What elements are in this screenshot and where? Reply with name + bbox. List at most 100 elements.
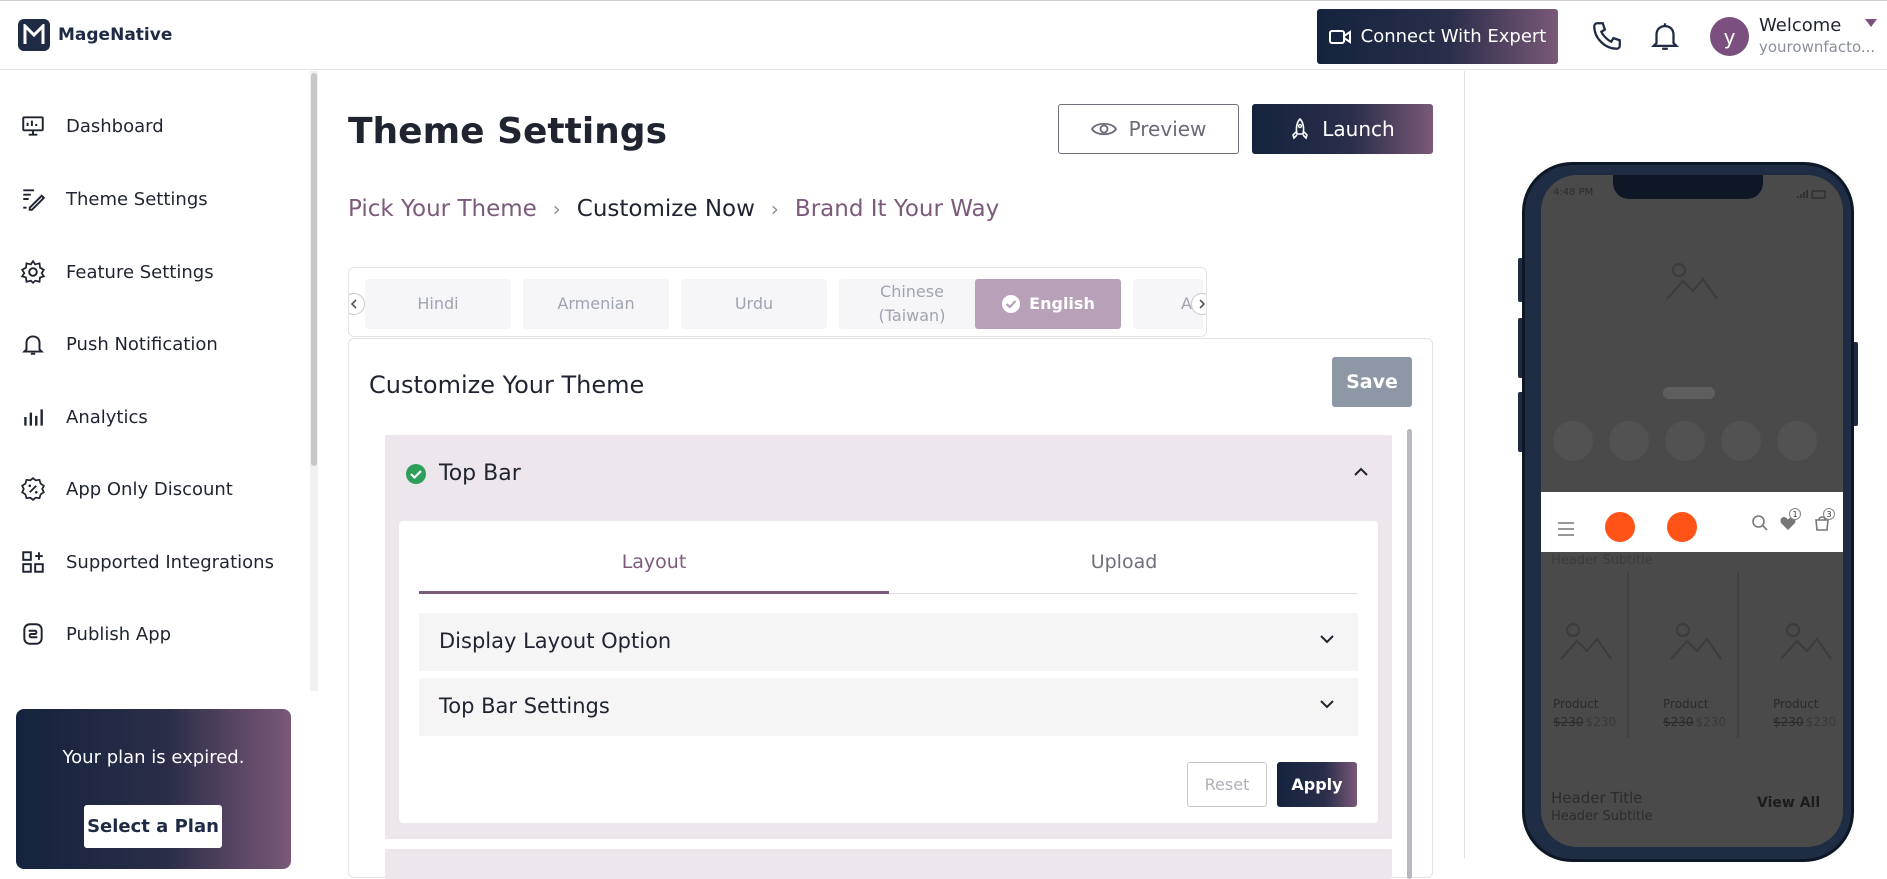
main-content: Theme Settings Preview Launch Pick Your …: [318, 71, 1464, 879]
language-chip-chinese-taiwan[interactable]: Chinese (Taiwan): [839, 279, 985, 329]
user-name: yourownfacto...: [1759, 38, 1876, 56]
panel-scrollbar[interactable]: [1407, 429, 1412, 879]
sidebar-item-app-only-discount[interactable]: App Only Discount: [18, 469, 233, 509]
sidebar-item-label: Analytics: [66, 406, 148, 428]
product-card: Product $230 $230: [1653, 573, 1739, 738]
brand-name: MageNative: [58, 25, 173, 45]
status-time: 4:48 PM: [1553, 187, 1594, 198]
view-all-link[interactable]: View All: [1757, 795, 1820, 811]
image-placeholder-icon: [1780, 623, 1832, 660]
chevron-right-icon: [1199, 299, 1206, 309]
display-layout-option-accordion[interactable]: Display Layout Option: [419, 613, 1358, 671]
sidebar-item-supported-integrations[interactable]: Supported Integrations: [18, 542, 274, 582]
tab-layout[interactable]: Layout: [419, 551, 889, 573]
breadcrumb-pick-theme[interactable]: Pick Your Theme: [348, 196, 537, 222]
launch-label: Launch: [1322, 117, 1395, 141]
product-new-price: $230: [1805, 715, 1837, 729]
chevron-down-icon: [1320, 635, 1334, 644]
eye-icon: [1090, 122, 1117, 136]
top-bar-settings-accordion[interactable]: Top Bar Settings: [419, 678, 1358, 736]
breadcrumb: Pick Your Theme › Customize Now › Brand …: [348, 196, 999, 222]
product-price: $230 $230: [1553, 715, 1616, 729]
check-badge-icon: [1002, 295, 1021, 313]
slider-dots: [1663, 387, 1715, 399]
product-old-price: $230: [1773, 715, 1804, 729]
caret-down-icon[interactable]: [1863, 17, 1879, 29]
sidebar-item-label: Push Notification: [66, 333, 218, 355]
header-subtitle-secondary: Header Subtitle: [1551, 809, 1653, 824]
rocket-icon: [1292, 118, 1309, 140]
dashboard-icon: [18, 111, 48, 141]
sidebar-item-label: Publish App: [66, 623, 172, 645]
top-bar-settings-label: Top Bar Settings: [439, 694, 610, 718]
sidebar-item-label: Supported Integrations: [66, 551, 274, 573]
sidebar-item-analytics[interactable]: Analytics: [18, 397, 148, 437]
product-card: Product $230 $230: [1763, 573, 1843, 738]
wishlist-badge: 1: [1789, 508, 1801, 520]
hamburger-menu-icon: [1558, 522, 1574, 536]
language-chip-english[interactable]: English: [975, 279, 1121, 329]
sidebar-item-label: Theme Settings: [66, 188, 208, 210]
brand-dot: [1605, 512, 1635, 542]
avatar[interactable]: y: [1710, 17, 1749, 56]
customize-theme-panel: Customize Your Theme Save Top Bar Layout…: [348, 338, 1433, 879]
product-old-price: $230: [1553, 715, 1584, 729]
phone-icon[interactable]: [1590, 19, 1624, 53]
chevron-down-icon: [1320, 700, 1334, 709]
language-chip-hindi[interactable]: Hindi: [365, 279, 511, 329]
tab-active-indicator: [419, 591, 889, 594]
phone-screen[interactable]: 4:48 PM 1 3 Header Subtitle Product $230…: [1541, 175, 1843, 847]
category-circle: [1777, 421, 1817, 461]
chevron-up-icon[interactable]: [1353, 465, 1369, 477]
avatar-letter: y: [1723, 24, 1736, 49]
video-camera-icon: [1328, 29, 1351, 44]
breadcrumb-customize-now[interactable]: Customize Now: [577, 196, 755, 222]
image-placeholder-icon: [1560, 623, 1612, 660]
top-bar-accordion-title: Top Bar: [439, 461, 521, 486]
sidebar-item-label: App Only Discount: [66, 478, 233, 500]
phone-mockup: 4:48 PM 1 3 Header Subtitle Product $230…: [1522, 162, 1854, 862]
select-plan-button[interactable]: Select a Plan: [84, 805, 222, 848]
tab-upload[interactable]: Upload: [889, 551, 1359, 573]
sidebar-item-publish-app[interactable]: Publish App: [18, 614, 171, 654]
launch-button[interactable]: Launch: [1252, 104, 1433, 154]
save-button[interactable]: Save: [1332, 357, 1412, 407]
product-old-price: $230: [1663, 715, 1694, 729]
language-selector: Hindi Armenian Urdu Chinese (Taiwan) Eng…: [348, 267, 1207, 337]
top-bar-accordion-body: Layout Upload Display Layout Option Top …: [399, 521, 1378, 823]
apply-button[interactable]: Apply: [1277, 762, 1357, 807]
sidebar-item-feature-settings[interactable]: Feature Settings: [18, 252, 214, 292]
scroll-right-button[interactable]: [1191, 293, 1206, 315]
product-name: Product: [1553, 697, 1599, 711]
sidebar-item-theme-settings[interactable]: Theme Settings: [18, 179, 208, 219]
cart-badge: 3: [1823, 508, 1835, 520]
breadcrumb-brand-it[interactable]: Brand It Your Way: [795, 196, 999, 222]
top-header: MageNative Connect With Expert y Welcome…: [0, 0, 1887, 70]
sidebar-item-push-notification[interactable]: Push Notification: [18, 324, 218, 364]
language-chip-urdu[interactable]: Urdu: [681, 279, 827, 329]
header-title: Header Title: [1551, 789, 1643, 807]
reset-button[interactable]: Reset: [1187, 762, 1267, 807]
language-chip-armenian[interactable]: Armenian: [523, 279, 669, 329]
integrations-icon: [18, 547, 48, 577]
connect-with-expert-button[interactable]: Connect With Expert: [1317, 9, 1558, 64]
theme-icon: [18, 184, 48, 214]
language-chip-label: English: [1029, 294, 1095, 313]
brand-dot: [1667, 512, 1697, 542]
category-circle: [1721, 421, 1761, 461]
header-subtitle: Header Subtitle: [1551, 553, 1653, 568]
preview-button[interactable]: Preview: [1058, 104, 1239, 154]
preview-label: Preview: [1128, 117, 1207, 141]
scroll-left-button[interactable]: [349, 293, 365, 315]
image-placeholder-icon: [1666, 263, 1718, 300]
bell-icon[interactable]: [1648, 19, 1682, 53]
sidebar-item-dashboard[interactable]: Dashboard: [18, 106, 164, 146]
sidebar-scrollbar-thumb[interactable]: [311, 73, 317, 466]
analytics-icon: [18, 402, 48, 432]
brand-logo[interactable]: MageNative: [18, 19, 172, 51]
top-bar-accordion-header[interactable]: Top Bar: [405, 461, 521, 486]
preview-top-bar: 1 3: [1541, 492, 1843, 552]
next-accordion[interactable]: [385, 849, 1392, 879]
search-icon: [1752, 515, 1768, 531]
chevron-right-icon: ›: [770, 197, 779, 221]
